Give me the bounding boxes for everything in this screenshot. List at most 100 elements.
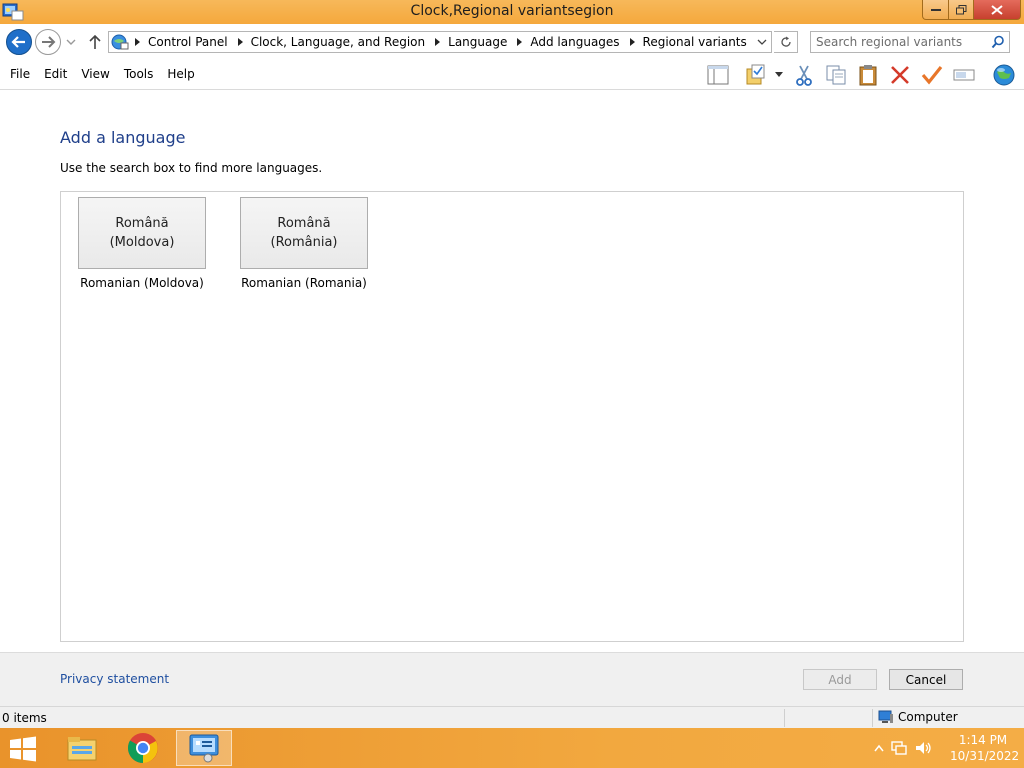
globe-button[interactable] xyxy=(990,63,1018,87)
control-panel-icon xyxy=(189,734,219,763)
breadcrumb-control-panel[interactable]: Control Panel xyxy=(148,35,228,49)
layout-pane-button[interactable] xyxy=(706,63,730,87)
status-separator xyxy=(784,709,785,727)
language-caption: Romanian (Moldova) xyxy=(80,276,204,290)
clock-date: 10/31/2022 xyxy=(950,749,1020,763)
menu-edit[interactable]: Edit xyxy=(44,67,67,81)
page-title: Add a language xyxy=(60,128,186,147)
window-title: Clock,Regional variantsegion xyxy=(410,3,614,19)
search-icon[interactable] xyxy=(991,35,1005,49)
taskbar: 1:14 PM 10/31/2022 xyxy=(0,728,1024,768)
status-bar: 0 items Computer xyxy=(0,706,1024,728)
close-icon xyxy=(991,4,1003,15)
checkmark-icon xyxy=(921,66,943,85)
back-button[interactable] xyxy=(6,29,32,55)
address-bar[interactable]: Control Panel Clock, Language, and Regio… xyxy=(108,31,772,53)
up-arrow-icon[interactable] xyxy=(86,33,104,51)
menu-bar: File Edit View Tools Help xyxy=(0,60,1024,90)
language-list: Română (Moldova) Romanian (Moldova) Româ… xyxy=(60,191,964,642)
breadcrumb-clock-language-region[interactable]: Clock, Language, and Region xyxy=(251,35,426,49)
search-box xyxy=(810,31,1010,53)
taskbar-file-explorer[interactable] xyxy=(54,730,110,766)
windows-start-icon[interactable] xyxy=(8,736,38,762)
navigation-bar: Control Panel Clock, Language, and Regio… xyxy=(0,24,1024,60)
main-content: Add a language Use the search box to fin… xyxy=(0,90,1024,652)
folder-check-icon xyxy=(746,64,765,85)
refresh-button[interactable] xyxy=(774,31,798,53)
menu-tools[interactable]: Tools xyxy=(124,67,154,81)
search-input[interactable] xyxy=(811,32,987,52)
taskbar-control-panel[interactable] xyxy=(176,730,232,766)
language-native-region: (România) xyxy=(270,235,338,250)
title-bar: Clock,Regional variantsegion xyxy=(0,0,1024,24)
privacy-statement-link[interactable]: Privacy statement xyxy=(60,672,169,686)
back-arrow-icon xyxy=(11,36,25,48)
properties-dropdown[interactable] xyxy=(772,63,786,87)
folder-icon xyxy=(67,737,97,761)
forward-button[interactable] xyxy=(35,29,61,55)
globe-icon xyxy=(993,64,1015,86)
language-tile-romanian-romania[interactable]: Română (România) Romanian (Romania) xyxy=(240,197,368,290)
system-tray xyxy=(874,740,932,756)
restore-icon xyxy=(955,4,966,14)
breadcrumb-separator-icon[interactable] xyxy=(135,38,140,46)
language-native-name: Română xyxy=(115,216,169,231)
status-location: Computer xyxy=(878,710,958,724)
breadcrumb-add-languages[interactable]: Add languages xyxy=(530,35,619,49)
close-button[interactable] xyxy=(973,0,1021,20)
minimize-button[interactable] xyxy=(922,0,949,20)
language-native-region: (Moldova) xyxy=(109,235,175,250)
status-location-label: Computer xyxy=(898,710,958,724)
breadcrumb-separator-icon[interactable] xyxy=(435,38,441,46)
status-item-count: 0 items xyxy=(2,711,47,725)
delete-button[interactable] xyxy=(888,63,912,87)
paste-button[interactable] xyxy=(856,63,880,87)
chrome-icon xyxy=(127,733,158,763)
network-icon[interactable] xyxy=(890,740,908,756)
clipboard-icon xyxy=(859,65,877,86)
breadcrumb-regional-variants[interactable]: Regional variants xyxy=(643,35,747,49)
forward-arrow-icon xyxy=(42,36,56,48)
rename-button[interactable] xyxy=(952,63,976,87)
refresh-icon xyxy=(780,36,791,47)
maximize-button[interactable] xyxy=(948,0,974,20)
apply-button[interactable] xyxy=(920,63,944,87)
breadcrumb-separator-icon[interactable] xyxy=(517,38,523,46)
breadcrumb-separator-icon[interactable] xyxy=(237,38,243,46)
copy-icon xyxy=(826,65,846,85)
language-native-name: Română xyxy=(277,216,331,231)
copy-button[interactable] xyxy=(824,63,848,87)
rename-field-icon xyxy=(953,69,975,81)
clock-time: 1:14 PM xyxy=(958,733,1008,747)
chevron-down-icon[interactable] xyxy=(757,37,767,47)
menu-view[interactable]: View xyxy=(81,67,109,81)
taskbar-chrome[interactable] xyxy=(115,730,171,766)
scissors-icon xyxy=(796,65,812,86)
control-panel-icon xyxy=(111,34,129,50)
add-button[interactable]: Add xyxy=(803,669,877,690)
language-tile-box[interactable]: Română (România) xyxy=(240,197,368,269)
pane-layout-icon xyxy=(707,65,729,85)
show-hidden-icons-icon[interactable] xyxy=(874,744,884,752)
minimize-icon xyxy=(930,8,941,11)
breadcrumb-separator-icon[interactable] xyxy=(629,38,635,46)
computer-icon xyxy=(878,710,893,723)
menu-file[interactable]: File xyxy=(10,67,30,81)
volume-icon[interactable] xyxy=(914,740,932,756)
menu-help[interactable]: Help xyxy=(167,67,194,81)
recent-locations-icon[interactable] xyxy=(64,35,78,49)
language-tile-box[interactable]: Română (Moldova) xyxy=(78,197,206,269)
breadcrumb-language[interactable]: Language xyxy=(448,35,507,49)
instruction-text: Use the search box to find more language… xyxy=(60,161,323,175)
language-caption: Romanian (Romania) xyxy=(241,276,367,290)
taskbar-clock[interactable]: 1:14 PM 10/31/2022 xyxy=(950,732,1020,764)
dialog-footer: Privacy statement Add Cancel xyxy=(0,652,1024,706)
cut-button[interactable] xyxy=(792,63,816,87)
status-separator xyxy=(872,709,873,727)
properties-button[interactable] xyxy=(744,63,768,87)
chevron-down-icon xyxy=(775,72,783,77)
language-tile-romanian-moldova[interactable]: Română (Moldova) Romanian (Moldova) xyxy=(78,197,206,290)
cancel-button[interactable]: Cancel xyxy=(889,669,963,690)
delete-x-icon xyxy=(891,66,909,84)
breadcrumb: Control Panel Clock, Language, and Regio… xyxy=(133,35,747,49)
